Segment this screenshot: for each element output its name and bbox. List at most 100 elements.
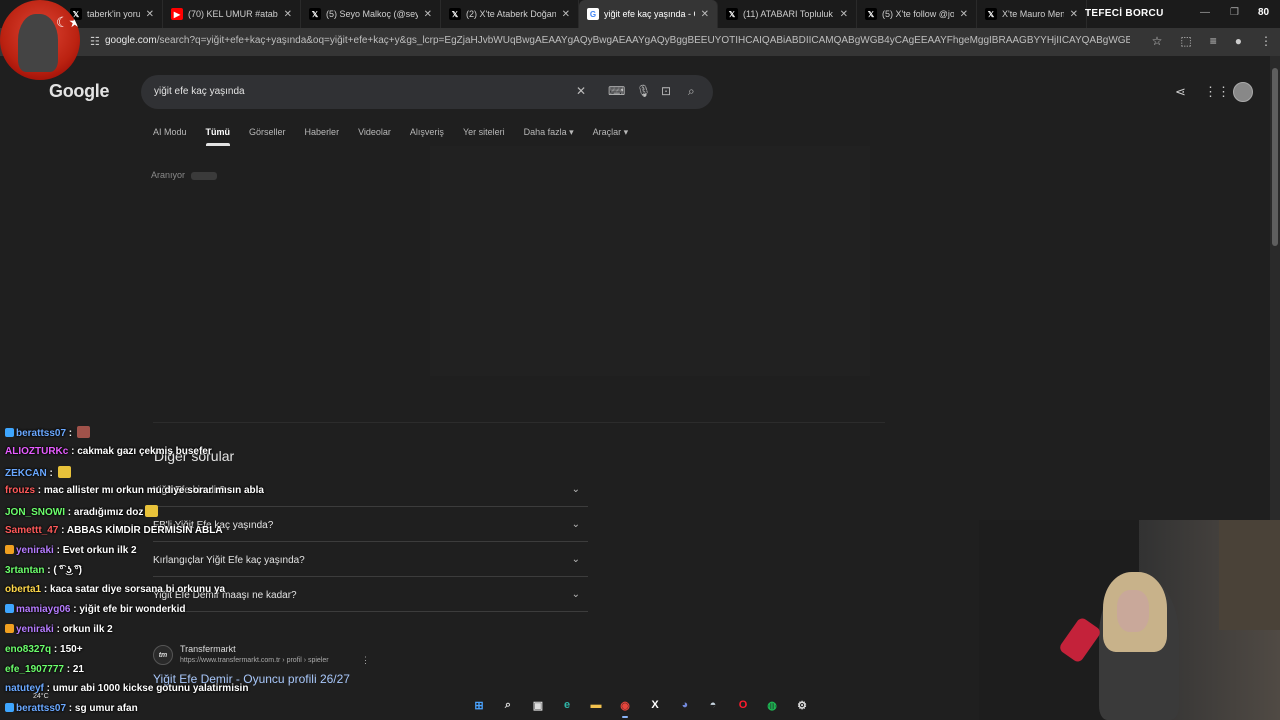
- chat-username: yeniraki: [16, 544, 54, 556]
- chat-badge-icon: [5, 703, 14, 713]
- close-tab-icon[interactable]: ✕: [960, 9, 968, 20]
- star-crescent-icon: ☾★: [56, 14, 80, 30]
- search-tab[interactable]: Tümü: [205, 127, 230, 146]
- chat-username: frouzs: [5, 485, 35, 497]
- bookmark-star-icon[interactable]: ☆: [1152, 34, 1163, 48]
- search-tab[interactable]: Yer siteleri: [463, 127, 505, 146]
- restore-icon[interactable]: ❐: [1230, 7, 1239, 18]
- edge-icon[interactable]: e: [558, 696, 576, 714]
- chat-username: ALIOZTURKc: [5, 445, 69, 457]
- chevron-down-icon[interactable]: ⌄: [572, 519, 580, 530]
- close-tab-icon[interactable]: ✕: [1070, 9, 1078, 20]
- url-field[interactable]: google.com/search?q=yiğit+efe+kaç+yaşınd…: [105, 35, 1130, 46]
- loading-placeholder: [430, 146, 870, 376]
- search-tab[interactable]: Haberler: [305, 127, 340, 146]
- overlay-flag-avatar: ☾★: [0, 0, 80, 80]
- chat-text: sg umur afan: [74, 703, 138, 715]
- share-icon[interactable]: ⋖: [1175, 84, 1186, 100]
- clear-icon[interactable]: ✕: [576, 84, 586, 98]
- search-tab[interactable]: Videolar: [358, 127, 391, 146]
- x-icon: 𝕏: [449, 8, 461, 20]
- result-more-icon[interactable]: ⋮: [361, 655, 370, 666]
- browser-tab[interactable]: 𝕏 X'te Mauro Men ✕: [977, 0, 1087, 28]
- chat-username: berattss07: [16, 428, 67, 439]
- file-explorer-icon[interactable]: ▬: [587, 696, 605, 714]
- minimize-icon[interactable]: —: [1200, 7, 1210, 18]
- chat-separator: :: [68, 445, 78, 457]
- lens-camera-icon[interactable]: ⊡: [661, 84, 671, 98]
- steam-icon[interactable]: ◓: [704, 696, 722, 714]
- browser-tab[interactable]: ▶ (70) KEL UMUR #atab ✕: [163, 0, 301, 28]
- chat-text: mac allister mı orkun mu diye sorar mısı…: [43, 485, 264, 497]
- chat-message: 3rtantan : ( ͡° ͜ʖ ͡°): [5, 565, 82, 576]
- windows-start-icon[interactable]: ⊞: [470, 696, 488, 714]
- chat-separator: :: [58, 525, 67, 536]
- profile-icon[interactable]: ●: [1235, 34, 1242, 48]
- keyboard-icon[interactable]: ⌨: [608, 84, 625, 98]
- site-info-icon[interactable]: ☷: [90, 35, 104, 49]
- extensions-icon[interactable]: ⬚: [1180, 34, 1191, 48]
- apps-grid-icon[interactable]: ⋮⋮: [1204, 84, 1230, 100]
- chat-text: Evet orkun ilk 2: [62, 544, 137, 556]
- opera-icon[interactable]: O: [734, 696, 752, 714]
- tab-label: (11) ATABARI Topluluk / X: [743, 9, 834, 19]
- chat-username: ZEKCAN: [5, 467, 47, 479]
- close-tab-icon[interactable]: ✕: [562, 9, 570, 20]
- chevron-down-icon[interactable]: ⌄: [572, 554, 580, 565]
- discord-icon[interactable]: ◕: [676, 696, 694, 714]
- chat-badge-icon: [5, 544, 14, 554]
- chat-message: JON_SNOWI : aradığımız doz: [5, 505, 159, 518]
- chat-username: berattss07: [16, 703, 67, 715]
- google-logo[interactable]: Google: [49, 81, 110, 102]
- search-tab[interactable]: Araçlar ▾: [593, 127, 629, 146]
- microphone-icon[interactable]: 🎙: [636, 84, 651, 98]
- x-icon: 𝕏: [985, 8, 997, 20]
- chat-username: efe_1907777: [5, 663, 64, 675]
- tab-count-badge[interactable]: 80: [1258, 7, 1269, 18]
- chat-message: ZEKCAN :: [5, 465, 71, 479]
- spotify-icon[interactable]: ◍: [763, 696, 781, 714]
- chat-message: eno8327q : 150+: [5, 644, 83, 655]
- chat-separator: :: [51, 643, 61, 655]
- chat-separator: :: [44, 564, 54, 576]
- chat-separator: :: [63, 663, 73, 675]
- browser-tab[interactable]: Gyiğit efe kaç yaşında - Go ✕: [579, 0, 718, 28]
- x-app-icon[interactable]: X: [646, 696, 664, 714]
- search-input[interactable]: yiğit efe kaç yaşında: [154, 86, 245, 97]
- scrollbar-thumb[interactable]: [1272, 68, 1278, 246]
- chevron-down-icon[interactable]: ⌄: [572, 484, 580, 495]
- chat-message: yeniraki : Evet orkun ilk 2: [5, 544, 137, 556]
- search-tab[interactable]: AI Modu: [153, 127, 187, 146]
- settings-app-icon[interactable]: ⚙: [793, 696, 811, 714]
- browser-tab[interactable]: 𝕏 (5) Seyo Malkoç (@seyoo ✕: [301, 0, 441, 28]
- close-tab-icon[interactable]: ✕: [284, 9, 292, 20]
- chevron-down-icon[interactable]: ⌄: [572, 589, 580, 600]
- search-icon[interactable]: ⌕: [499, 696, 517, 714]
- search-box[interactable]: yiğit efe kaç yaşında ✕ ⌨ 🎙 ⊡ ⌕: [141, 75, 713, 109]
- search-tab[interactable]: Daha fazla ▾: [524, 127, 574, 146]
- search-icon[interactable]: ⌕: [688, 84, 695, 99]
- close-tab-icon[interactable]: ✕: [146, 9, 154, 20]
- chat-text: cakmak gazı çekmiş busefer: [77, 445, 212, 457]
- task-view-icon[interactable]: ▣: [529, 696, 547, 714]
- chat-message: Samettt_47 : ABBAS KİMDİR DERMİSİN ABLA: [5, 525, 223, 536]
- browser-tab[interactable]: 𝕏 (11) ATABARI Topluluk / X ✕: [718, 0, 857, 28]
- weather-widget[interactable]: 24°C: [33, 693, 49, 700]
- search-tab[interactable]: Alışveriş: [410, 127, 444, 146]
- close-tab-icon[interactable]: ✕: [840, 9, 848, 20]
- chat-message: oberta1 : kaca satar diye sorsana bi ork…: [5, 584, 225, 595]
- browser-tab[interactable]: 𝕏 (5) X'te follow @joshuax ✕: [857, 0, 977, 28]
- search-tab[interactable]: Görseller: [249, 127, 286, 146]
- close-tab-icon[interactable]: ✕: [424, 9, 432, 20]
- media-controls-icon[interactable]: ≡: [1210, 34, 1217, 48]
- browser-menu-icon[interactable]: ⋮: [1260, 34, 1272, 48]
- loading-indicator: Aranıyor: [151, 170, 218, 180]
- chat-username: eno8327q: [5, 643, 52, 655]
- browser-tab[interactable]: 𝕏 (2) X'te Ataberk Doğan: " ✕: [441, 0, 579, 28]
- account-avatar[interactable]: [1233, 82, 1253, 102]
- x-icon: 𝕏: [865, 8, 877, 20]
- chat-separator: :: [41, 584, 51, 596]
- chrome-icon[interactable]: ◉: [616, 696, 634, 718]
- close-tab-icon[interactable]: ✕: [701, 9, 709, 20]
- chat-separator: :: [46, 467, 56, 479]
